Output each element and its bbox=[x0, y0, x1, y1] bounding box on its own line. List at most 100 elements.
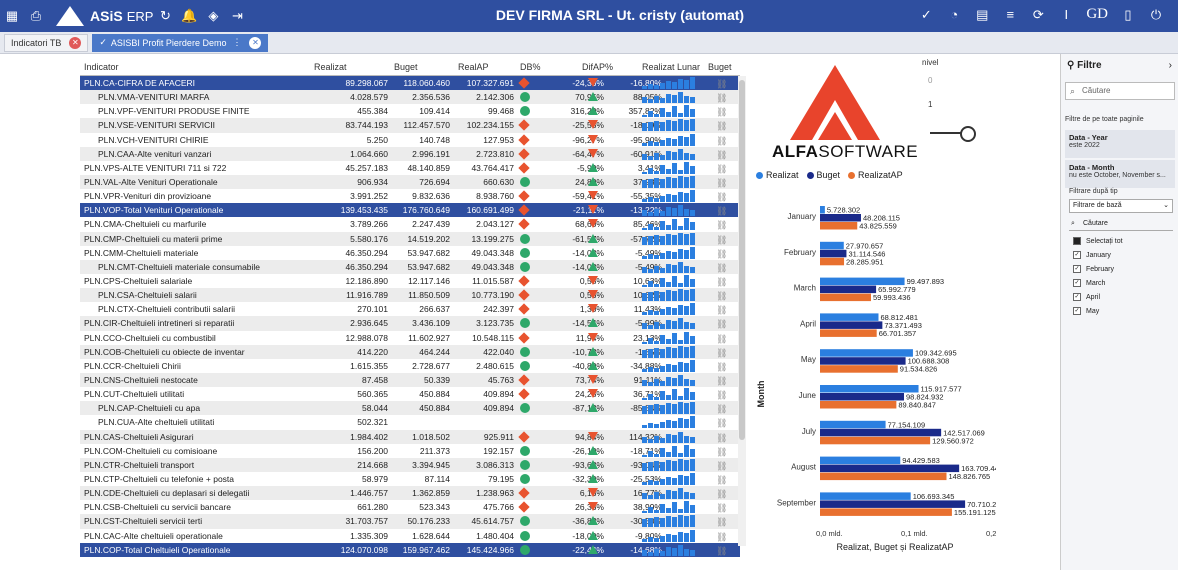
table-row[interactable]: PLN.CTX-Cheltuieli contributii salarii 27… bbox=[80, 302, 740, 316]
link-icon[interactable]: ⛓ bbox=[716, 473, 727, 487]
checkbox-box[interactable]: ✓ bbox=[1073, 265, 1081, 273]
link-icon[interactable]: ⛓ bbox=[716, 416, 727, 430]
link-icon[interactable]: ⛓ bbox=[716, 374, 727, 388]
checkbox-month[interactable]: ✓ April bbox=[1073, 293, 1100, 301]
link-icon[interactable]: ⛓ bbox=[716, 487, 727, 501]
close-icon[interactable]: ✕ bbox=[249, 36, 262, 49]
bell-icon[interactable]: 🔔 bbox=[181, 8, 197, 24]
link-icon[interactable]: ⛓ bbox=[716, 332, 727, 346]
link-icon[interactable]: ⛓ bbox=[716, 346, 727, 360]
table-row[interactable]: PLN.CA-CIFRA DE AFACERI 89.298.067 118.060… bbox=[80, 76, 740, 91]
table-scrollbar[interactable] bbox=[738, 76, 746, 546]
filter-type-select[interactable]: Filtrare de bază ⌄ bbox=[1069, 199, 1173, 213]
list-icon[interactable]: ≡ bbox=[1002, 7, 1018, 23]
table-row[interactable]: PLN.CCO-Cheltuieli cu combustibil 12.988.… bbox=[80, 331, 740, 345]
table-row[interactable]: PLN.VPR-Venituri din provizioane 3.991.25… bbox=[80, 189, 740, 203]
power-icon[interactable]: ⏻ bbox=[1148, 7, 1164, 23]
check-icon[interactable]: ✓ bbox=[918, 7, 934, 23]
link-icon[interactable]: ⛓ bbox=[716, 233, 727, 247]
table-row[interactable]: PLN.CAP-Cheltuieli cu apa 58.044 450.884 40… bbox=[80, 401, 740, 416]
link-icon[interactable]: ⛓ bbox=[716, 105, 727, 119]
table-row[interactable]: PLN.COP-Total Cheltuieli Operationale 124… bbox=[80, 542, 740, 558]
tab-indicatori[interactable]: Indicatori TB ✕ bbox=[4, 33, 89, 52]
checkbox-box[interactable] bbox=[1073, 237, 1081, 245]
table-row[interactable]: PLN.CUA-Alte cheltuieli utilitati 502.321… bbox=[80, 415, 740, 429]
table-row[interactable]: PLN.CMP-Cheltuieli cu materii prime 5.580… bbox=[80, 231, 740, 247]
col-header-realap[interactable]: RealAP bbox=[458, 62, 489, 72]
link-icon[interactable]: ⛓ bbox=[716, 303, 727, 317]
table-row[interactable]: PLN.CST-Cheltuieli servicii terti 31.703.… bbox=[80, 514, 740, 529]
table-row[interactable]: PLN.CIR-Cheltuieli intretineri si repara… bbox=[80, 316, 740, 331]
col-header-buget2[interactable]: Buget bbox=[708, 62, 732, 72]
link-icon[interactable]: ⛓ bbox=[716, 544, 727, 558]
refresh-icon[interactable]: ↻ bbox=[157, 8, 173, 24]
table-row[interactable]: PLN.VPS-ALTE VENITURI 711 si 722 45.257.1… bbox=[80, 161, 740, 175]
checkbox-month[interactable]: ✓ February bbox=[1073, 265, 1114, 273]
checkbox-month[interactable]: ✓ January bbox=[1073, 251, 1111, 259]
col-header-buget[interactable]: Buget bbox=[394, 62, 418, 72]
link-icon[interactable]: ⛓ bbox=[716, 445, 727, 459]
link-icon[interactable]: ⛓ bbox=[716, 459, 727, 473]
user-initials[interactable]: GD bbox=[1086, 6, 1108, 23]
link-icon[interactable]: ⛓ bbox=[716, 190, 727, 204]
table-row[interactable]: PLN.CMT-Cheltuieli materiale consumabile… bbox=[80, 259, 740, 275]
link-icon[interactable]: ⛓ bbox=[716, 162, 727, 176]
link-icon[interactable]: ⛓ bbox=[716, 388, 727, 402]
col-header-lunar[interactable]: Realizat Lunar bbox=[642, 62, 700, 72]
col-header-db[interactable]: DB% bbox=[520, 62, 541, 72]
link-icon[interactable]: ⛓ bbox=[716, 275, 727, 289]
table-row[interactable]: PLN.VSE-VENITURI SERVICII 83.744.193 112.4… bbox=[80, 118, 740, 133]
tab-profit-pierdere[interactable]: ✓ ASISBI Profit Pierdere Demo ⋮ ✕ bbox=[92, 33, 269, 52]
mobile-icon[interactable]: ▯ bbox=[1120, 7, 1136, 23]
collapse-arrow-icon[interactable]: › bbox=[1169, 60, 1172, 71]
link-icon[interactable]: ⛓ bbox=[716, 204, 727, 218]
table-row[interactable]: PLN.CNS-Cheltuieli nestocate 87.458 50.339… bbox=[80, 372, 740, 388]
legend-item[interactable]: Realizat bbox=[756, 170, 799, 180]
pie-chart-icon[interactable]: ◔ bbox=[946, 7, 962, 23]
link-icon[interactable]: ⛓ bbox=[716, 501, 727, 515]
checkbox-box[interactable]: ✓ bbox=[1073, 279, 1081, 287]
table-row[interactable]: PLN.CAS-Cheltuieli Asigurari 1.984.402 1.0… bbox=[80, 429, 740, 445]
checkbox-box[interactable]: ✓ bbox=[1073, 307, 1081, 315]
table-row[interactable]: PLN.VPF-VENITURI PRODUSE FINITE 455.384 10… bbox=[80, 104, 740, 118]
col-header-difap[interactable]: DifAP% bbox=[582, 62, 613, 72]
link-icon[interactable]: ⛓ bbox=[716, 431, 727, 445]
more-icon[interactable]: ⋮ bbox=[232, 37, 241, 48]
link-icon[interactable]: ⛓ bbox=[716, 402, 727, 416]
col-header-indicator[interactable]: Indicator bbox=[84, 62, 119, 72]
link-icon[interactable]: ⛓ bbox=[716, 515, 727, 529]
table-row[interactable]: PLN.COM-Cheltuieli cu comisioane 156.200 2… bbox=[80, 444, 740, 458]
checkbox-month[interactable]: ✓ March bbox=[1073, 279, 1105, 287]
link-icon[interactable]: ⛓ bbox=[716, 247, 727, 261]
slider-knob[interactable] bbox=[960, 126, 976, 142]
filter-card-year[interactable]: Data - Year este 2022 bbox=[1065, 130, 1175, 158]
checkbox-select-all[interactable]: Selectați tot bbox=[1073, 237, 1123, 245]
table-row[interactable]: PLN.CSB-Cheltuieli cu servicii bancare 66… bbox=[80, 500, 740, 514]
table-row[interactable]: PLN.CCR-Cheltuieli Chirii 1.615.355 2.728.… bbox=[80, 359, 740, 373]
book-icon[interactable]: ▤ bbox=[974, 7, 990, 23]
link-icon[interactable]: ⛓ bbox=[716, 317, 727, 331]
link-icon[interactable]: ⛓ bbox=[716, 360, 727, 374]
calculator-icon[interactable]: ▦ bbox=[4, 8, 20, 24]
paint-bucket-icon[interactable]: ◈ bbox=[205, 8, 221, 24]
checkbox-month[interactable]: ✓ May bbox=[1073, 307, 1099, 315]
link-icon[interactable]: ⛓ bbox=[716, 261, 727, 275]
link-icon[interactable]: ⛓ bbox=[716, 119, 727, 133]
link-icon[interactable]: ⛓ bbox=[716, 176, 727, 190]
table-row[interactable]: PLN.CAC-Alte cheltuieli operationale 1.33… bbox=[80, 529, 740, 543]
link-icon[interactable]: ⛓ bbox=[716, 91, 727, 105]
table-row[interactable]: PLN.CTR-Cheltuieli transport 214.668 3.394… bbox=[80, 457, 740, 473]
table-row[interactable]: PLN.CMA-Cheltuieli cu marfurile 3.789.266… bbox=[80, 217, 740, 231]
table-row[interactable]: PLN.CMM-Cheltuieli materiale 46.350.294 53… bbox=[80, 246, 740, 260]
table-row[interactable]: PLN.CDE-Cheltuieli cu deplasari si deleg… bbox=[80, 486, 740, 501]
checkbox-box[interactable]: ✓ bbox=[1073, 293, 1081, 301]
table-row[interactable]: PLN.CTP-Cheltuieli cu telefonie + posta 5… bbox=[80, 472, 740, 486]
printer-icon[interactable]: ⎙ bbox=[28, 8, 44, 24]
legend-item[interactable]: Buget bbox=[806, 170, 840, 180]
link-icon[interactable]: ⛓ bbox=[716, 77, 727, 91]
table-row[interactable]: PLN.CAA-Alte venituri vanzari 1.064.660 2.… bbox=[80, 146, 740, 161]
scroll-thumb[interactable] bbox=[739, 80, 745, 440]
checkbox-box[interactable]: ✓ bbox=[1073, 251, 1081, 259]
table-row[interactable]: PLN.COB-Cheltuieli cu obiecte de inventa… bbox=[80, 344, 740, 360]
sync-icon[interactable]: ⟳ bbox=[1030, 7, 1046, 23]
